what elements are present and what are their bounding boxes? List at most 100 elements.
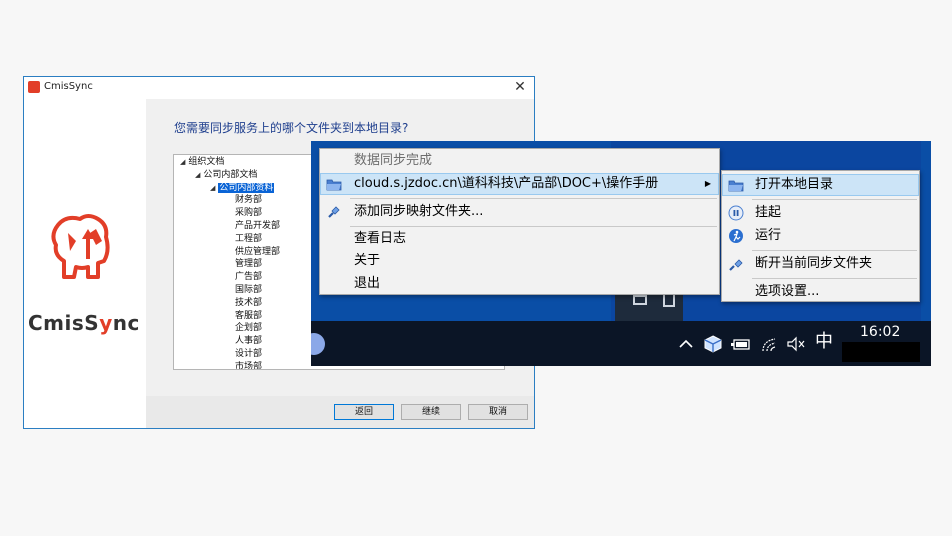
menu-item-add-sync[interactable]: 添加同步映射文件夹... [320,201,719,223]
menu-item-sync-status: 数据同步完成 [320,150,719,172]
menu-item-sync-folder[interactable]: cloud.s.jzdoc.cn\道科科技\产品部\DOC+\操作手册 ▶ [320,173,719,195]
tree-node[interactable]: 市场部 [235,361,263,370]
cancel-button[interactable]: 取消 [468,404,528,420]
redacted-date-box [842,342,920,362]
device-icon[interactable] [663,293,675,307]
submenu-item-pause[interactable]: 挂起 [722,202,919,224]
tray-context-menu: 数据同步完成 cloud.s.jzdoc.cn\道科科技\产品部\DOC+\操作… [319,148,720,295]
menu-item-view-log[interactable]: 查看日志 [320,228,719,250]
submenu-item-options[interactable]: 选项设置... [722,281,919,303]
close-button[interactable]: ✕ [512,79,528,95]
menu-item-label: 查看日志 [354,231,407,246]
tree-node-label: 公司内部资料 [218,182,275,193]
tree-node[interactable]: 广告部 [235,271,262,283]
tree-node[interactable]: ◢ 公司内部资料 [210,182,275,194]
taskbar: 中 16:02 [311,321,931,366]
tree-node-label: 产品开发部 [235,221,281,231]
menu-item-about[interactable]: 关于 [320,250,719,272]
tree-node-label: 工程部 [235,233,263,244]
tree-node[interactable]: 国际部 [235,284,262,296]
elephant-logo-icon [51,214,110,279]
back-button[interactable]: 返回 [334,404,394,420]
menu-item-label: 数据同步完成 [354,153,433,168]
logo-text-y: y [99,311,113,335]
expand-arrow-icon[interactable]: ◢ [210,184,215,192]
submenu-item-run[interactable]: 运行 [722,225,919,247]
menu-item-label: 关于 [354,253,381,268]
menu-item-label: 选项设置... [755,284,820,299]
submenu-item-disconnect[interactable]: 断开当前同步文件夹 [722,253,919,275]
tree-node[interactable]: 客服部 [235,310,262,322]
tree-node[interactable]: 财务部 [235,194,262,206]
wifi-icon[interactable] [761,335,779,353]
pause-icon [728,205,744,221]
submenu-arrow-icon: ▶ [704,179,711,188]
tree-node-label: 技术部 [235,297,263,308]
tree-node[interactable]: 人事部 [235,335,262,347]
folder-icon [326,179,342,191]
cmissync-app-icon [28,81,40,93]
chevron-up-icon[interactable] [678,336,694,352]
unplug-icon [729,259,743,271]
tree-node-label: 采购部 [235,208,263,219]
tree-node[interactable]: 采购部 [235,207,262,219]
tree-node-label: 市场部 [235,361,263,370]
battery-icon[interactable] [731,337,751,351]
tree-node[interactable]: 产品开发部 [235,220,280,232]
menu-item-exit[interactable]: 退出 [320,273,719,295]
tree-node-label: 管理部 [235,259,263,270]
menu-item-label: 打开本地目录 [755,177,834,192]
menu-separator [752,250,917,251]
taskbar-app-icon[interactable] [311,333,325,355]
tree-node-label: 企划部 [235,323,263,334]
tree-node-label: 国际部 [235,285,263,295]
menu-separator [350,226,717,227]
tree-node[interactable]: ◢ 公司内部文档 [195,169,257,181]
continue-button[interactable]: 继续 [401,404,461,420]
tree-node-label: 公司内部文档 [203,169,258,180]
tree-node[interactable]: 设计部 [235,348,262,360]
tree-node-label: 客服部 [235,310,263,321]
menu-item-label: 运行 [755,228,782,243]
tree-node[interactable]: 技术部 [235,297,262,309]
window-title: CmisSync [44,81,93,92]
taskbar-clock[interactable]: 16:02 [860,324,900,340]
tree-node[interactable]: 工程部 [235,233,262,245]
tree-node-label: 财务部 [235,195,263,206]
sync-folder-submenu: 打开本地目录 挂起 运行 断开当前同步文件夹 选项设置... [721,170,920,302]
tree-node[interactable]: 管理部 [235,258,262,270]
expand-arrow-icon[interactable]: ◢ [195,171,200,179]
submenu-item-open-local[interactable]: 打开本地目录 [722,174,919,196]
logo-pane: CmisSync [24,99,145,428]
plug-icon [328,206,340,218]
tree-node-label: 广告部 [235,272,263,283]
logo-text-pre: CmisS [28,311,100,335]
tree-node[interactable]: ◢ 组织文档 [180,156,224,168]
tree-node-label: 组织文档 [188,157,225,167]
ime-indicator[interactable]: 中 [815,333,833,351]
menu-item-label: 断开当前同步文件夹 [755,256,873,271]
menu-item-label: 退出 [354,276,381,291]
run-icon [729,229,743,243]
tree-node-label: 供应管理部 [235,246,281,257]
monitor-icon[interactable] [633,295,647,305]
wizard-question: 您需要同步服务上的哪个文件夹到本地目录? [174,121,409,135]
menu-item-label: 挂起 [755,205,782,220]
menu-separator [752,199,917,200]
menu-separator [350,198,717,199]
tree-node-label: 人事部 [235,336,263,347]
logo-wordmark: CmisSync [28,311,140,335]
tree-node[interactable]: 供应管理部 [235,246,280,258]
menu-item-label: cloud.s.jzdoc.cn\道科科技\产品部\DOC+\操作手册 [354,176,659,191]
button-bar: 返回 继续 取消 [146,396,534,428]
menu-separator [752,278,917,279]
logo-text-post: nc [112,311,140,335]
folder-open-icon [728,180,744,192]
title-bar: CmisSync ✕ [24,77,534,99]
tree-node[interactable]: 企划部 [235,322,262,334]
expand-arrow-icon[interactable]: ◢ [180,158,185,166]
tree-node-label: 设计部 [235,349,263,359]
volume-muted-icon[interactable] [786,335,806,353]
menu-item-label: 添加同步映射文件夹... [354,204,484,219]
cloud-sync-icon[interactable] [704,335,722,353]
